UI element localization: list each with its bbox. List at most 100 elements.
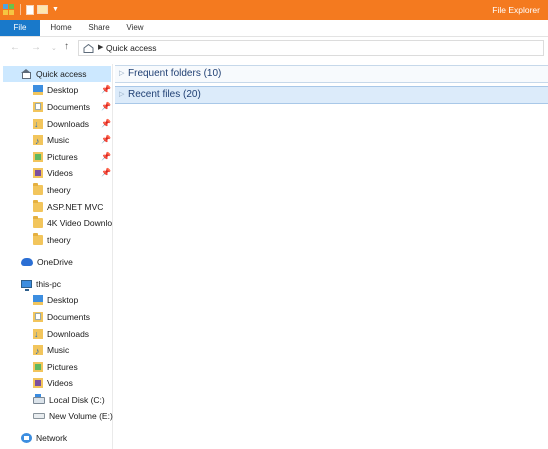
- folder-icon: [33, 183, 43, 195]
- nav-item-4k-video-downloader[interactable]: 4K Video Downlo: [33, 215, 112, 231]
- nav-item-label: ASP.NET MVC: [47, 202, 104, 212]
- pictures-icon: [33, 362, 43, 372]
- title-bar: ▼ File Explorer: [0, 0, 548, 20]
- nav-item-videos[interactable]: Videos: [33, 165, 73, 181]
- folder-icon: [33, 233, 43, 245]
- tab-file[interactable]: File: [0, 20, 40, 36]
- music-icon: [33, 133, 43, 149]
- nav-item-theory[interactable]: theory: [33, 232, 71, 248]
- nav-item-label: Desktop: [47, 85, 79, 95]
- nav-item-label: Quick access: [36, 69, 87, 79]
- group-title: Frequent folders (10): [128, 68, 222, 79]
- desktop-icon: [33, 295, 43, 305]
- expand-chevron-icon[interactable]: ▷: [119, 69, 124, 77]
- nav-item-label: Desktop: [47, 295, 79, 305]
- window-title: File Explorer: [492, 5, 540, 15]
- nav-item-pc-pictures[interactable]: Pictures: [33, 359, 78, 375]
- pin-icon[interactable]: 📌: [101, 149, 111, 165]
- nav-item-pc-documents[interactable]: Documents: [33, 309, 90, 325]
- nav-item-label: Videos: [47, 168, 73, 178]
- pin-icon[interactable]: 📌: [101, 132, 111, 148]
- onedrive-cloud-icon: [21, 258, 33, 266]
- computer-icon: [21, 280, 32, 291]
- folder-icon: [33, 200, 43, 212]
- tab-home[interactable]: Home: [48, 20, 74, 36]
- nav-item-label: Downloads: [47, 119, 90, 129]
- expand-chevron-icon[interactable]: ▷: [119, 90, 124, 98]
- nav-item-pc-desktop[interactable]: Desktop: [33, 292, 78, 308]
- customize-toolbar-chevron-icon[interactable]: ▼: [52, 6, 59, 13]
- back-arrow-icon[interactable]: ←: [10, 42, 20, 53]
- nav-item-label: Videos: [47, 378, 73, 388]
- breadcrumb-quick-access[interactable]: Quick access: [106, 43, 157, 53]
- tab-view[interactable]: View: [124, 20, 146, 36]
- nav-item-music[interactable]: Music: [33, 132, 70, 149]
- nav-item-onedrive[interactable]: OneDrive: [21, 254, 73, 270]
- downloads-icon: [33, 116, 43, 132]
- downloads-icon: [33, 326, 43, 342]
- music-icon: [33, 343, 43, 359]
- nav-item-label: Pictures: [47, 152, 78, 162]
- drive-icon: [33, 413, 45, 419]
- desktop-icon: [33, 85, 43, 95]
- nav-item-theory[interactable]: theory: [33, 182, 71, 198]
- properties-icon[interactable]: [26, 4, 34, 15]
- nav-item-documents[interactable]: Documents: [33, 99, 90, 115]
- forward-arrow-icon[interactable]: →: [31, 42, 41, 53]
- nav-item-this-pc[interactable]: this-pc: [21, 276, 61, 292]
- nav-item-pc-music[interactable]: Music: [33, 342, 70, 359]
- ribbon-tabs: File Home Share View: [0, 20, 548, 37]
- breadcrumb-chevron-icon[interactable]: ▶: [98, 43, 103, 51]
- nav-item-label: New Volume (E:): [49, 411, 113, 421]
- nav-item-asp-net-mvc[interactable]: ASP.NET MVC: [33, 199, 103, 215]
- navigation-pane: Quick access Desktop 📌 Documents 📌 Downl…: [0, 64, 113, 449]
- network-icon: [21, 433, 32, 443]
- nav-item-label: Documents: [47, 102, 90, 112]
- file-explorer-app-icon[interactable]: [3, 4, 15, 15]
- up-arrow-icon[interactable]: ↑: [64, 41, 69, 52]
- videos-icon: [33, 168, 43, 178]
- group-header-frequent-folders[interactable]: ▷ Frequent folders (10): [115, 65, 548, 83]
- nav-item-label: theory: [47, 185, 71, 195]
- pin-icon[interactable]: 📌: [101, 116, 111, 132]
- documents-icon: [33, 312, 43, 322]
- nav-item-label: Pictures: [47, 362, 78, 372]
- nav-item-label: Music: [47, 135, 70, 145]
- nav-item-local-disk-c[interactable]: Local Disk (C:): [33, 392, 105, 408]
- pin-icon[interactable]: 📌: [101, 82, 111, 98]
- home-icon: [83, 44, 94, 53]
- nav-item-label: OneDrive: [37, 257, 73, 267]
- nav-item-new-volume-e[interactable]: New Volume (E:): [33, 408, 113, 424]
- nav-item-downloads[interactable]: Downloads: [33, 116, 89, 132]
- recent-locations-chevron-icon[interactable]: ⌄: [51, 44, 57, 52]
- address-bar[interactable]: ▶ Quick access: [78, 40, 544, 56]
- local-disk-icon: [33, 393, 45, 404]
- nav-item-label: theory: [47, 235, 71, 245]
- nav-item-label: Documents: [47, 312, 90, 322]
- videos-icon: [33, 378, 43, 388]
- group-header-recent-files[interactable]: ▷ Recent files (20): [115, 86, 548, 104]
- nav-item-label: Local Disk (C:): [49, 395, 105, 405]
- pictures-icon: [33, 152, 43, 162]
- documents-icon: [33, 102, 43, 112]
- nav-item-quick-access[interactable]: Quick access: [3, 66, 111, 82]
- nav-item-desktop[interactable]: Desktop: [33, 82, 78, 98]
- address-bar-row: ← → ⌄ ↑ ▶ Quick access: [0, 37, 548, 59]
- nav-item-label: Music: [47, 345, 70, 355]
- tab-share[interactable]: Share: [86, 20, 112, 36]
- new-folder-icon[interactable]: [37, 5, 48, 14]
- nav-item-network[interactable]: Network: [21, 430, 67, 446]
- nav-item-pc-downloads[interactable]: Downloads: [33, 326, 89, 342]
- quick-access-toolbar: ▼: [3, 4, 59, 15]
- nav-item-label: Downloads: [47, 329, 90, 339]
- pin-icon[interactable]: 📌: [101, 165, 111, 181]
- nav-item-label: Network: [36, 433, 68, 443]
- toolbar-divider: [20, 4, 21, 15]
- nav-item-pc-videos[interactable]: Videos: [33, 375, 73, 391]
- folder-icon: [33, 216, 43, 228]
- group-title: Recent files (20): [128, 89, 201, 100]
- nav-item-pictures[interactable]: Pictures: [33, 149, 78, 165]
- nav-item-label: 4K Video Downlo: [47, 218, 113, 228]
- quick-access-star-icon: [21, 69, 32, 79]
- pin-icon[interactable]: 📌: [101, 99, 111, 115]
